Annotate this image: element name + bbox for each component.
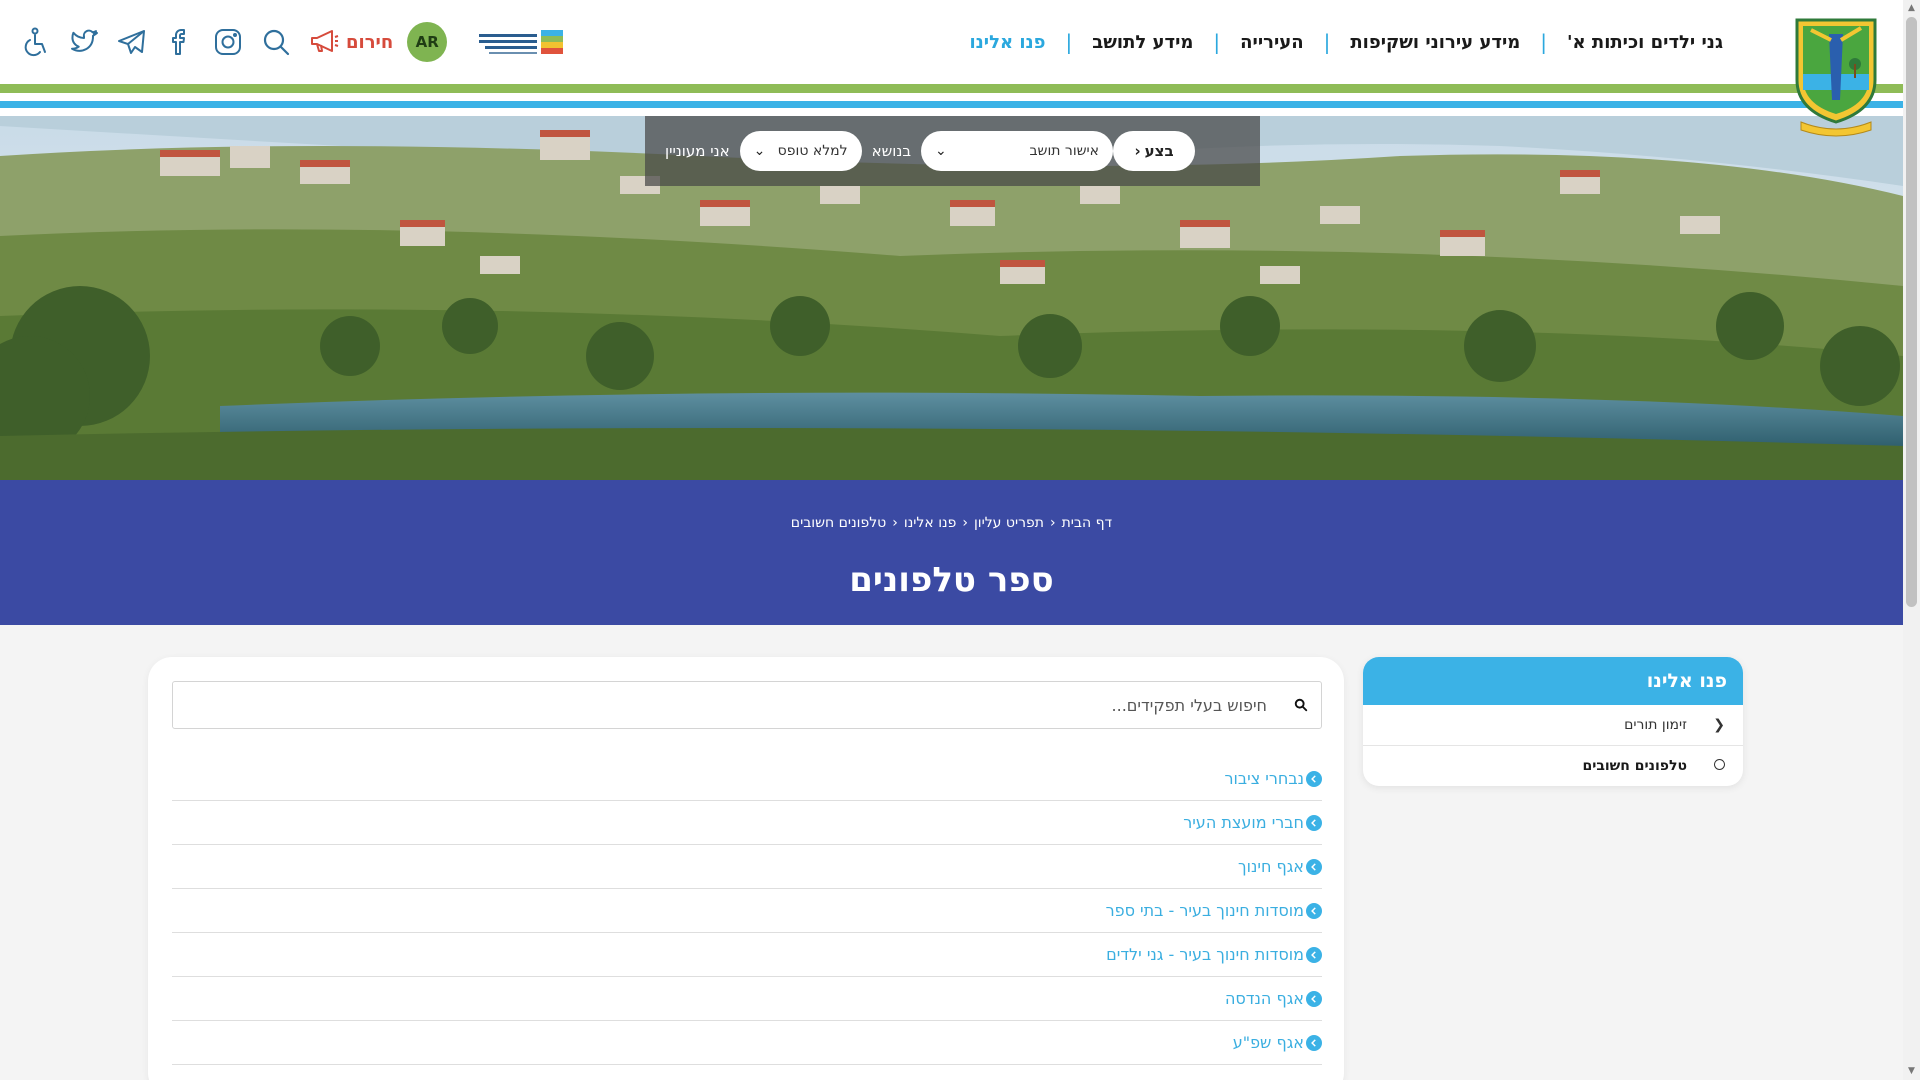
chevron-circle-icon (1306, 770, 1322, 787)
go-button[interactable]: בצע ‹ (1113, 131, 1196, 171)
scroll-down-arrow-icon[interactable]: ▼ (1903, 1063, 1920, 1080)
emergency-label: חירום (346, 31, 394, 53)
filter-label-topic: בנושא (871, 142, 912, 160)
ministry-logo[interactable] (477, 22, 569, 62)
nav-item-contact-us[interactable]: פנו אלינו (949, 32, 1065, 53)
page: חירום AR גני ילדים וכיתות א' | מידע עירו… (0, 0, 1903, 1080)
sidebar: פנו אלינו ❮ זימון תורים טלפונים חשובים (1363, 657, 1743, 786)
breadcrumb: דף הבית ‹ תפריט עליון ‹ פנו אלינו ‹ טלפונים חש… (0, 515, 1903, 531)
breadcrumb-contact-us[interactable]: פנו אלינו (904, 515, 956, 531)
header-stripe-green (0, 84, 1903, 93)
sidebar-item-label: זימון תורים (1624, 717, 1687, 733)
header-stripe-spacer (0, 108, 1903, 116)
nav-item-municipality[interactable]: העירייה (1220, 32, 1323, 53)
list-item-label: אגף שפ"ע (1232, 1033, 1304, 1052)
telegram-icon[interactable] (112, 22, 152, 62)
chevron-circle-icon (1306, 902, 1322, 919)
list-item-label: מוסדות חינוך בעיר - בתי ספר (1105, 901, 1304, 920)
chevron-down-icon: ⌄ (935, 143, 947, 159)
emergency-link[interactable]: חירום (308, 24, 393, 60)
list-item[interactable]: חברי מועצת העיר (172, 801, 1322, 845)
site-header: חירום AR גני ילדים וכיתות א' | מידע עירו… (0, 0, 1903, 84)
list-item[interactable]: אגף חינוך (172, 845, 1322, 889)
scrollbar-thumb[interactable] (1906, 17, 1917, 607)
instagram-icon[interactable] (208, 22, 248, 62)
breadcrumb-important-phones: טלפונים חשובים (790, 515, 887, 531)
chevron-left-icon: ❮ (1713, 717, 1725, 733)
chevron-down-icon: ⌄ (753, 143, 766, 159)
topic-select-value: אישור תושב (1029, 143, 1100, 159)
nav-item-municipal-info[interactable]: מידע עירוני ושקיפות (1330, 32, 1540, 53)
action-select[interactable]: למלא טופס ⌄ (739, 131, 862, 171)
list-item-label: נבחרי ציבור (1224, 769, 1304, 788)
page-scrollbar[interactable]: ▲ ▼ (1903, 0, 1920, 1080)
chevron-left-icon: ‹ (892, 515, 898, 531)
sidebar-item-label: טלפונים חשובים (1582, 758, 1687, 774)
nav-divider: | (1065, 30, 1073, 54)
directory-list: נבחרי ציבור חברי מועצת העיר אגף חינוך מו… (172, 757, 1322, 1065)
chevron-circle-icon (1306, 946, 1322, 963)
main-nav: גני ילדים וכיתות א' | מידע עירוני ושקיפו… (949, 30, 1743, 54)
action-select-value: למלא טופס (777, 143, 848, 159)
filter-label-interested: אני מעוניין (665, 142, 730, 160)
search-icon[interactable] (1281, 682, 1321, 728)
header-tools: חירום AR (16, 18, 569, 66)
list-item-label: מוסדות חינוך בעיר - גני ילדים (1106, 945, 1304, 964)
accessibility-icon[interactable] (16, 22, 56, 62)
list-item[interactable]: אגף הנדסה (172, 977, 1322, 1021)
twitter-icon[interactable] (64, 22, 104, 62)
header-stripe-spacer (0, 93, 1903, 101)
list-item[interactable]: אגף שפ"ע (172, 1021, 1322, 1065)
staff-search-input[interactable] (173, 683, 1281, 727)
chevron-circle-icon (1306, 990, 1322, 1007)
page-title-band: דף הבית ‹ תפריט עליון ‹ פנו אלינו ‹ טלפונים חש… (0, 480, 1903, 625)
language-ar-button[interactable]: AR (407, 22, 448, 62)
list-item[interactable]: מוסדות חינוך בעיר - גני ילדים (172, 933, 1322, 977)
page-title: ספר טלפונים (849, 560, 1054, 600)
chevron-circle-icon (1306, 1034, 1322, 1051)
nav-item-resident-info[interactable]: מידע לתושב (1072, 32, 1213, 53)
topic-select[interactable]: אישור תושב ⌄ (921, 131, 1114, 171)
sidebar-item-appointments[interactable]: ❮ זימון תורים (1363, 705, 1743, 746)
list-item[interactable]: מוסדות חינוך בעיר - בתי ספר (172, 889, 1322, 933)
breadcrumb-home[interactable]: דף הבית (1062, 515, 1113, 531)
city-logo[interactable] (1791, 10, 1881, 140)
nav-divider: | (1213, 30, 1221, 54)
list-item-label: אגף הנדסה (1224, 989, 1304, 1008)
list-item[interactable]: נבחרי ציבור (172, 757, 1322, 801)
megaphone-icon (308, 24, 340, 60)
breadcrumb-top-menu[interactable]: תפריט עליון (974, 515, 1044, 531)
chevron-left-icon: ‹ (962, 515, 968, 531)
nav-item-kindergartens[interactable]: גני ילדים וכיתות א' (1547, 32, 1743, 53)
list-item-label: אגף חינוך (1238, 857, 1304, 876)
quick-action-bar: אני מעוניין למלא טופס ⌄ בנושא אישור תושב… (645, 116, 1260, 186)
facebook-icon[interactable] (160, 22, 200, 62)
search-icon[interactable] (256, 22, 296, 62)
radio-icon (1705, 758, 1725, 774)
header-stripe-blue (0, 101, 1903, 108)
staff-search (172, 681, 1322, 729)
sidebar-title: פנו אלינו (1363, 657, 1743, 705)
chevron-left-icon: ‹ (1049, 515, 1056, 531)
list-item-label: חברי מועצת העיר (1183, 813, 1304, 832)
sidebar-item-important-phones[interactable]: טלפונים חשובים (1363, 746, 1743, 786)
nav-divider: | (1540, 30, 1548, 54)
chevron-circle-icon (1306, 814, 1322, 831)
nav-divider: | (1323, 30, 1331, 54)
go-button-label: בצע (1144, 142, 1174, 160)
phonebook-card: נבחרי ציבור חברי מועצת העיר אגף חינוך מו… (148, 657, 1344, 1080)
scroll-up-arrow-icon[interactable]: ▲ (1903, 0, 1920, 17)
chevron-circle-icon (1306, 858, 1322, 875)
chevron-left-icon: ‹ (1134, 142, 1141, 160)
